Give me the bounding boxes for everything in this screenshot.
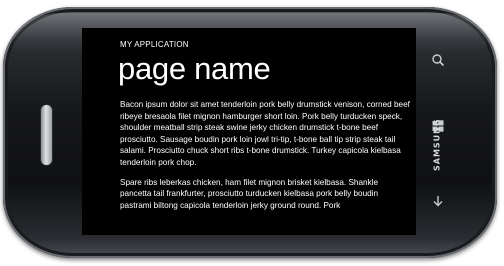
back-arrow-icon: [433, 196, 443, 207]
earpiece-speaker: [41, 105, 52, 165]
device-stage: MY APPLICATION page name Bacon ipsum dol…: [0, 0, 504, 266]
phone-screen: MY APPLICATION page name Bacon ipsum dol…: [82, 28, 416, 235]
brand-logo: SAMSUNG: [432, 118, 442, 172]
application-title: MY APPLICATION: [120, 40, 189, 49]
page-title: page name: [118, 51, 271, 86]
content-panel: Bacon ipsum dolor sit amet tenderloin po…: [120, 99, 410, 219]
search-icon: [432, 54, 445, 67]
search-button[interactable]: [430, 52, 446, 68]
back-button[interactable]: [430, 193, 446, 209]
content-paragraph: Spare ribs leberkas chicken, ham filet m…: [120, 177, 379, 210]
content-paragraph: Bacon ipsum dolor sit amet tenderloin po…: [120, 100, 410, 167]
